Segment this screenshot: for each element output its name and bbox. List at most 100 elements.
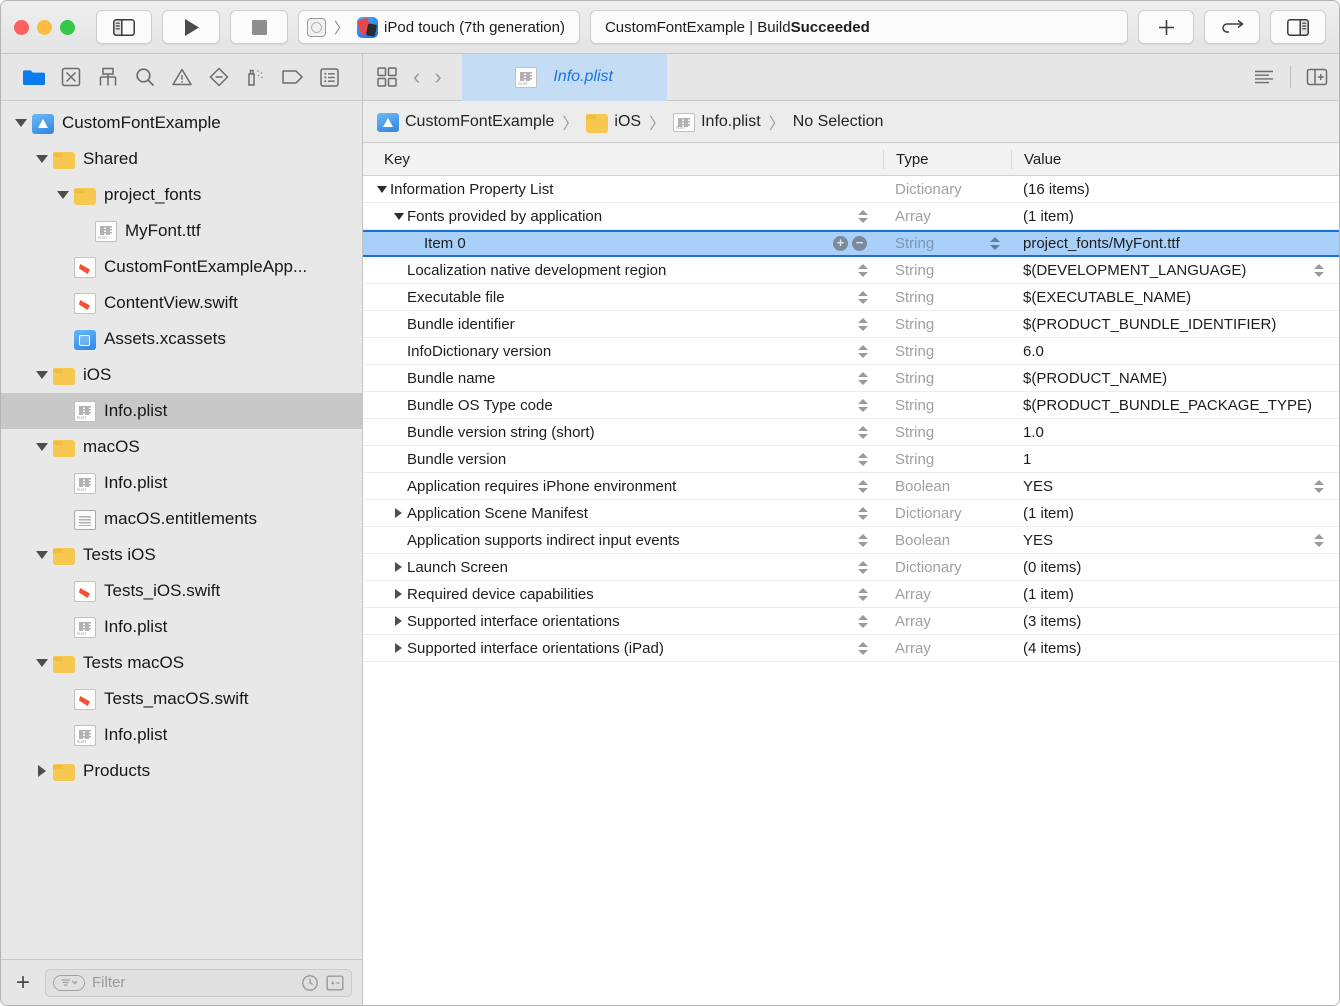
add-row-button[interactable]: + bbox=[833, 236, 848, 251]
chevron-down-icon[interactable] bbox=[34, 655, 50, 671]
tree-item[interactable]: Products bbox=[1, 753, 362, 789]
chevron-down-icon[interactable] bbox=[375, 185, 388, 193]
table-row[interactable]: Bundle identifier String $(PRODUCT_BUNDLE_… bbox=[363, 311, 1339, 338]
tree-item[interactable]: Info.plist bbox=[1, 609, 362, 645]
value-stepper[interactable] bbox=[1313, 261, 1325, 280]
tree-item[interactable]: Tests_iOS.swift bbox=[1, 573, 362, 609]
key-type-stepper[interactable] bbox=[857, 558, 869, 577]
tree-item[interactable]: iOS bbox=[1, 357, 362, 393]
close-button[interactable] bbox=[14, 19, 29, 35]
plist-type-cell[interactable]: String bbox=[883, 451, 1011, 468]
chevron-right-icon[interactable] bbox=[34, 763, 50, 779]
breadcrumb-item[interactable]: iOS bbox=[586, 111, 641, 133]
plist-key-cell[interactable]: Executable file bbox=[363, 289, 883, 306]
chevron-right-icon[interactable] bbox=[392, 589, 405, 599]
chevron-down-icon[interactable] bbox=[13, 115, 29, 131]
tree-item[interactable]: Tests macOS bbox=[1, 645, 362, 681]
plist-type-cell[interactable]: Array bbox=[883, 208, 1011, 225]
plist-key-cell[interactable]: Information Property List bbox=[363, 181, 883, 198]
table-row[interactable]: Application supports indirect input even… bbox=[363, 527, 1339, 554]
filter-options-icon[interactable] bbox=[53, 974, 86, 991]
sidebar-item-project-navigator[interactable] bbox=[22, 65, 46, 89]
tree-item[interactable]: macOS.entitlements bbox=[1, 501, 362, 537]
key-type-stepper[interactable] bbox=[857, 396, 869, 415]
table-row[interactable]: Bundle version String 1 bbox=[363, 446, 1339, 473]
breadcrumb-item[interactable]: CustomFontExample bbox=[377, 112, 554, 132]
plist-table[interactable]: Information Property List Dictionary (16 i… bbox=[363, 176, 1339, 1005]
plist-key-cell[interactable]: Localization native development region bbox=[363, 262, 883, 279]
plist-value-cell[interactable]: $(EXECUTABLE_NAME) bbox=[1011, 289, 1339, 306]
add-button[interactable] bbox=[1138, 10, 1194, 44]
key-type-stepper[interactable] bbox=[857, 585, 869, 604]
remove-row-button[interactable]: − bbox=[852, 236, 867, 251]
code-review-button[interactable] bbox=[1204, 10, 1260, 44]
add-editor-button[interactable] bbox=[1305, 65, 1329, 89]
plist-value-cell[interactable]: (1 item) bbox=[1011, 505, 1339, 522]
chevron-down-icon[interactable] bbox=[55, 187, 71, 203]
value-type-stepper[interactable] bbox=[989, 234, 1001, 253]
table-row[interactable]: Bundle OS Type code String $(PRODUCT_BUNDL… bbox=[363, 392, 1339, 419]
filter-input[interactable]: Filter bbox=[45, 968, 352, 997]
plist-type-cell[interactable]: String bbox=[883, 397, 1011, 414]
plist-key-cell[interactable]: Application requires iPhone environment bbox=[363, 478, 883, 495]
tree-item[interactable]: MyFont.ttf bbox=[1, 213, 362, 249]
toggle-navigator-button[interactable] bbox=[96, 10, 152, 44]
sidebar-item-test-navigator[interactable] bbox=[207, 65, 231, 89]
key-type-stepper[interactable] bbox=[857, 369, 869, 388]
chevron-right-icon[interactable] bbox=[392, 508, 405, 518]
tree-item[interactable]: Info.plist bbox=[1, 465, 362, 501]
table-row[interactable]: Supported interface orientations Array (3 … bbox=[363, 608, 1339, 635]
key-type-stepper[interactable] bbox=[857, 450, 869, 469]
plist-value-cell[interactable]: YES bbox=[1011, 532, 1339, 549]
editor-options-button[interactable] bbox=[1252, 65, 1276, 89]
plist-key-cell[interactable]: InfoDictionary version bbox=[363, 343, 883, 360]
plist-key-cell[interactable]: Application Scene Manifest bbox=[363, 505, 883, 522]
tree-item[interactable]: Tests iOS bbox=[1, 537, 362, 573]
breadcrumb[interactable]: CustomFontExample 〉 iOS 〉 Info.plist 〉 No Sele… bbox=[363, 101, 1339, 143]
key-type-stepper[interactable] bbox=[857, 423, 869, 442]
key-type-stepper[interactable] bbox=[857, 342, 869, 361]
plist-key-cell[interactable]: Application supports indirect input even… bbox=[363, 532, 883, 549]
plist-type-cell[interactable]: String bbox=[883, 262, 1011, 279]
scheme-destination-selector[interactable]: 〉 iPod touch (7th generation) bbox=[298, 10, 580, 44]
plist-type-cell[interactable]: Dictionary bbox=[883, 559, 1011, 576]
chevron-down-icon[interactable] bbox=[34, 151, 50, 167]
plist-value-cell[interactable]: YES bbox=[1011, 478, 1339, 495]
plist-type-cell[interactable]: String bbox=[883, 343, 1011, 360]
chevron-down-icon[interactable] bbox=[34, 439, 50, 455]
plist-key-cell[interactable]: Item 0 bbox=[363, 235, 883, 252]
chevron-down-icon[interactable] bbox=[34, 367, 50, 383]
minimize-button[interactable] bbox=[37, 19, 52, 35]
plus-minus-icon[interactable] bbox=[326, 975, 344, 991]
plist-type-cell[interactable]: Array bbox=[883, 640, 1011, 657]
plist-value-cell[interactable]: (0 items) bbox=[1011, 559, 1339, 576]
plist-key-cell[interactable]: Bundle version string (short) bbox=[363, 424, 883, 441]
key-type-stepper[interactable] bbox=[857, 207, 869, 226]
sidebar-item-breakpoint-navigator[interactable] bbox=[281, 65, 305, 89]
plist-type-cell[interactable]: Boolean bbox=[883, 532, 1011, 549]
table-row[interactable]: Bundle version string (short) String 1.0 bbox=[363, 419, 1339, 446]
tree-item[interactable]: ContentView.swift bbox=[1, 285, 362, 321]
plist-key-cell[interactable]: Bundle OS Type code bbox=[363, 397, 883, 414]
tab-overview-button[interactable] bbox=[375, 65, 399, 89]
tree-item[interactable]: Info.plist bbox=[1, 717, 362, 753]
plist-type-cell[interactable]: String bbox=[883, 316, 1011, 333]
plist-key-cell[interactable]: Launch Screen bbox=[363, 559, 883, 576]
table-row[interactable]: Localization native development region St… bbox=[363, 257, 1339, 284]
stop-button[interactable] bbox=[230, 10, 288, 44]
tree-item[interactable]: Assets.xcassets bbox=[1, 321, 362, 357]
plist-type-cell[interactable]: Array bbox=[883, 586, 1011, 603]
value-stepper[interactable] bbox=[1313, 531, 1325, 550]
chevron-right-icon[interactable] bbox=[392, 643, 405, 653]
plist-type-cell[interactable]: Boolean bbox=[883, 478, 1011, 495]
tree-item[interactable]: macOS bbox=[1, 429, 362, 465]
sidebar-item-issue-navigator[interactable] bbox=[170, 65, 194, 89]
chevron-right-icon[interactable] bbox=[392, 562, 405, 572]
table-row[interactable]: Application Scene Manifest Dictionary (1 i… bbox=[363, 500, 1339, 527]
key-type-stepper[interactable] bbox=[857, 639, 869, 658]
add-file-button[interactable]: + bbox=[11, 970, 35, 995]
plist-value-cell[interactable]: (3 items) bbox=[1011, 613, 1339, 630]
plist-value-cell[interactable]: $(PRODUCT_NAME) bbox=[1011, 370, 1339, 387]
plist-value-cell[interactable]: (1 item) bbox=[1011, 208, 1339, 225]
plist-type-cell[interactable]: String bbox=[883, 370, 1011, 387]
